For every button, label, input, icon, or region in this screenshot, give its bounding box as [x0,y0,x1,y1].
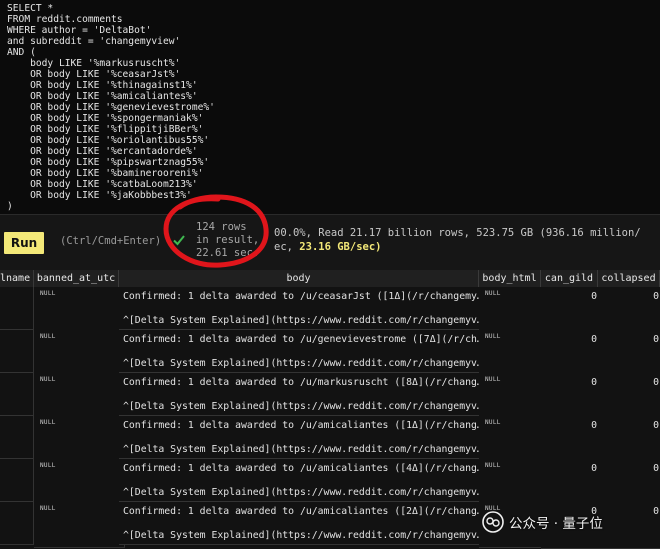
column-header-lname[interactable]: lname [0,270,34,288]
cell-body: Confirmed: 1 delta awarded to /u/amicali… [119,459,483,502]
column-header-body[interactable]: body [119,270,479,288]
cell-collapsed: 0 [598,502,660,549]
cell-lname [0,502,34,545]
cell-can-gild: 0 [541,459,604,506]
cell-banned-at-utc: NULL [34,373,125,419]
read-stats: 00.0%, Read 21.17 billion rows, 523.75 G… [274,227,641,239]
speed-value: 23.16 GB/sec) [299,241,382,253]
sql-line: OR body LIKE '%flippitjiBBer%' [7,124,204,135]
column-header-collapsed[interactable]: collapsed [598,270,660,288]
body-line-1: Confirmed: 1 delta awarded to /u/amicali… [123,506,483,517]
sql-line: OR body LIKE '%thinagainst1%' [7,80,198,91]
body-line-2: ^[Delta System Explained](https://www.re… [123,315,483,326]
column-header-body-html[interactable]: body_html [479,270,541,288]
cell-can-gild: 0 [541,416,604,463]
sql-line: and subreddit = 'changemyview' [7,36,181,47]
run-button[interactable]: Run [4,232,44,254]
cell-body-html: NULL [479,373,547,419]
cell-banned-at-utc: NULL [34,459,125,505]
sql-line: OR body LIKE '%amicaliantes%' [7,91,198,102]
cell-lname [0,459,34,502]
column-header-can-gild[interactable]: can_gild [541,270,598,288]
speed-stats: ec, 23.16 GB/sec) [274,241,382,253]
cell-can-gild: 0 [541,373,604,420]
cell-lname [0,416,34,459]
cell-can-gild: 0 [541,330,604,377]
cell-banned-at-utc: NULL [34,502,125,548]
sql-line: ) [7,201,13,212]
body-line-2: ^[Delta System Explained](https://www.re… [123,530,483,541]
cell-body: Confirmed: 1 delta awarded to /u/genevie… [119,330,483,373]
body-line-1: Confirmed: 1 delta awarded to /u/genevie… [123,334,483,345]
sql-line: OR body LIKE '%catbaLoom213%' [7,179,198,190]
annotation-circle [163,194,269,268]
body-line-1: Confirmed: 1 delta awarded to /u/amicali… [123,420,483,431]
sql-line: OR body LIKE '%genevievestrome%' [7,102,215,113]
cell-body: Confirmed: 1 delta awarded to /u/amicali… [119,502,483,545]
cell-lname [0,330,34,373]
sql-line: OR body LIKE '%ercantadorde%' [7,146,198,157]
cell-can-gild: 0 [541,287,604,334]
sql-line: WHERE author = 'DeltaBot' [7,25,152,36]
sql-line: OR body LIKE '%baminerooreni%' [7,168,204,179]
cell-body: Confirmed: 1 delta awarded to /u/ceasarJ… [119,287,483,330]
cell-body: Confirmed: 1 delta awarded to /u/markusr… [119,373,483,416]
cell-body-html: NULL [479,330,547,376]
cell-banned-at-utc: NULL [34,330,125,376]
cell-lname [0,373,34,416]
body-line-2: ^[Delta System Explained](https://www.re… [123,358,483,369]
cell-body-html: NULL [479,287,547,333]
results-table: lname banned_at_utc body body_html can_gild c… [0,270,660,549]
watermark: 公众号 · 量子位 [482,508,603,536]
sql-line: SELECT * [7,3,54,14]
sql-line: body LIKE '%markusruscht%' [7,58,181,69]
body-line-2: ^[Delta System Explained](https://www.re… [123,444,483,455]
cell-body-html: NULL [479,416,547,462]
cell-lname [0,287,34,330]
body-line-1: Confirmed: 1 delta awarded to /u/amicali… [123,463,483,474]
cell-collapsed: 0 [598,416,660,463]
cell-body-html: NULL [479,459,547,505]
column-header-banned-at-utc[interactable]: banned_at_utc [34,270,119,288]
run-bar: Run (Ctrl/Cmd+Enter) 124 rows in result,… [0,214,660,271]
cell-banned-at-utc: NULL [34,287,125,333]
sql-line: OR body LIKE '%spongermaniak%' [7,113,204,124]
cell-collapsed: 0 [598,373,660,420]
sql-line: OR body LIKE '%pipswartznag55%' [7,157,210,168]
cell-banned-at-utc: NULL [34,416,125,462]
body-line-1: Confirmed: 1 delta awarded to /u/markusr… [123,377,483,388]
sql-line: OR body LIKE '%oriolantibus55%' [7,135,210,146]
body-line-2: ^[Delta System Explained](https://www.re… [123,487,483,498]
sql-line: AND ( [7,47,36,58]
sql-line: OR body LIKE '%ceasarJst%' [7,69,181,80]
body-line-1: Confirmed: 1 delta awarded to /u/ceasarJ… [123,291,483,302]
cell-collapsed: 0 [598,330,660,377]
watermark-text: 公众号 · 量子位 [509,516,603,532]
sql-editor[interactable]: SELECT * FROM reddit.comments WHERE author… [0,0,660,214]
cell-collapsed: 0 [598,459,660,506]
cell-body: Confirmed: 1 delta awarded to /u/amicali… [119,416,483,459]
cell-collapsed: 0 [598,287,660,334]
body-line-2: ^[Delta System Explained](https://www.re… [123,401,483,412]
wechat-official-account-icon [482,511,504,533]
shortcut-hint: (Ctrl/Cmd+Enter) [60,235,162,247]
sql-line: FROM reddit.comments [7,14,123,25]
